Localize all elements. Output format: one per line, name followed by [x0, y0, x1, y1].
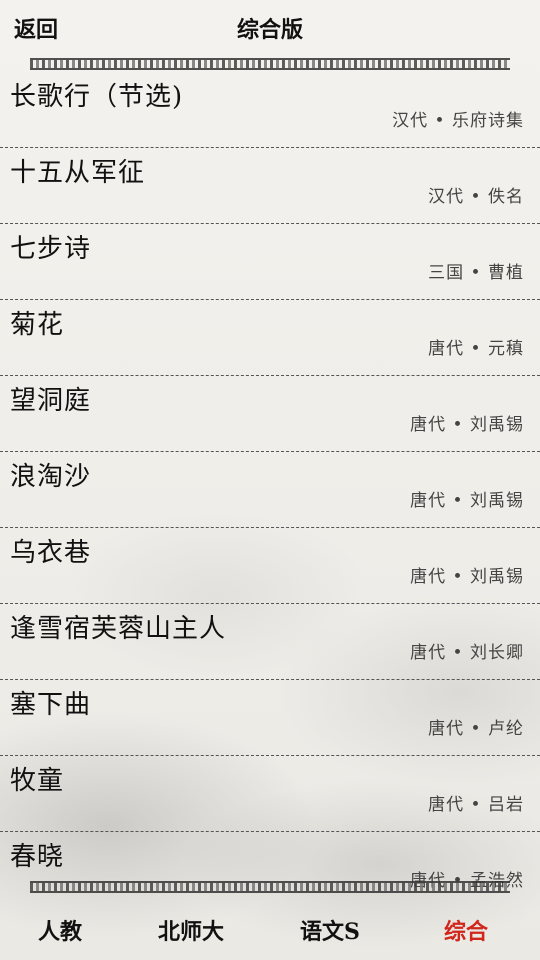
poem-item[interactable]: 逢雪宿芙蓉山主人 唐代 • 刘长卿 [0, 604, 540, 680]
decorative-border-top [30, 58, 510, 70]
poem-item[interactable]: 七步诗 三国 • 曹植 [0, 224, 540, 300]
tab-beishida[interactable]: 北师大 [158, 914, 224, 946]
poem-title: 塞下曲 [10, 690, 92, 720]
poem-title: 浪淘沙 [10, 462, 92, 492]
poem-item[interactable]: 十五从军征 汉代 • 佚名 [0, 148, 540, 224]
poem-title: 菊花 [10, 310, 65, 340]
poem-item[interactable]: 望洞庭 唐代 • 刘禹锡 [0, 376, 540, 452]
poem-item[interactable]: 乌衣巷 唐代 • 刘禹锡 [0, 528, 540, 604]
poem-item[interactable]: 塞下曲 唐代 • 卢纶 [0, 680, 540, 756]
header: 返回 综合版 [0, 0, 540, 56]
bottom-tab-bar: 人教 北师大 语文S 综合 [0, 896, 540, 960]
tab-zonghe[interactable]: 综合 [444, 914, 488, 946]
poem-meta: 唐代 • 卢纶 [428, 719, 524, 739]
poem-meta: 唐代 • 刘长卿 [410, 643, 524, 663]
poem-title: 十五从军征 [10, 158, 146, 188]
poem-title: 乌衣巷 [10, 538, 92, 568]
poem-title: 逢雪宿芙蓉山主人 [10, 614, 227, 644]
poem-meta: 汉代 • 佚名 [428, 187, 524, 207]
page-title: 综合版 [236, 17, 303, 43]
poem-meta: 唐代 • 刘禹锡 [410, 491, 524, 511]
poem-list: 长歌行（节选) 汉代 • 乐府诗集 十五从军征 汉代 • 佚名 七步诗 三国 •… [0, 72, 540, 908]
poem-item[interactable]: 长歌行（节选) 汉代 • 乐府诗集 [0, 72, 540, 148]
poem-item[interactable]: 菊花 唐代 • 元稹 [0, 300, 540, 376]
decorative-border-bottom [30, 881, 510, 893]
poem-meta: 唐代 • 刘禹锡 [410, 567, 524, 587]
poem-meta: 三国 • 曹植 [428, 263, 524, 283]
poem-title: 七步诗 [10, 234, 92, 264]
poem-meta: 唐代 • 元稹 [428, 339, 524, 359]
poem-meta: 汉代 • 乐府诗集 [392, 111, 524, 131]
poem-item[interactable]: 浪淘沙 唐代 • 刘禹锡 [0, 452, 540, 528]
poem-title: 长歌行（节选) [10, 82, 184, 112]
poem-title: 春晓 [10, 842, 65, 872]
poem-title: 望洞庭 [10, 386, 92, 416]
tab-renjiao[interactable]: 人教 [38, 914, 82, 946]
poem-meta: 唐代 • 吕岩 [428, 795, 524, 815]
tab-yuwen-s[interactable]: 语文S [300, 914, 360, 946]
poem-title: 牧童 [10, 766, 65, 796]
poem-meta: 唐代 • 刘禹锡 [410, 415, 524, 435]
poem-item[interactable]: 牧童 唐代 • 吕岩 [0, 756, 540, 832]
